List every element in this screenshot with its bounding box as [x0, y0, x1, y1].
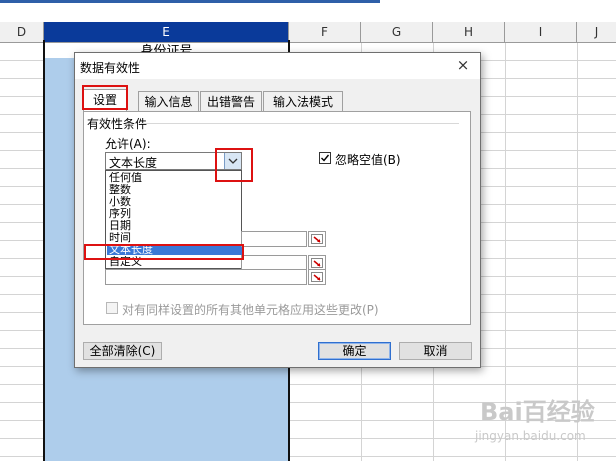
list-item[interactable]: 序列: [107, 208, 242, 219]
column-header-h[interactable]: H: [433, 22, 505, 42]
highlight-text-length-option: [84, 244, 244, 260]
minimum-field[interactable]: [241, 231, 307, 247]
clear-all-button[interactable]: 全部清除(C): [83, 342, 162, 360]
dialog-titlebar: 数据有效性 ×: [75, 53, 480, 79]
column-header-j[interactable]: J: [577, 22, 616, 42]
tab-input-message[interactable]: 输入信息: [138, 91, 199, 111]
range-picker-icon[interactable]: [308, 269, 326, 285]
column-header-e[interactable]: E: [44, 22, 289, 42]
range-picker-icon[interactable]: [308, 231, 326, 247]
list-item[interactable]: 时间: [107, 232, 242, 243]
list-item[interactable]: 小数: [107, 196, 242, 207]
tab-ime-mode[interactable]: 输入法模式: [263, 91, 343, 111]
watermark-url: jingyan.baidu.com: [475, 429, 586, 443]
selection-border-left: [43, 40, 45, 461]
toolbar-strip: [0, 0, 616, 23]
data-validation-dialog: 数据有效性 × 设置 输入信息 出错警告 输入法模式 有效性条件 允许(A): …: [74, 52, 481, 368]
column-header-g[interactable]: G: [361, 22, 433, 42]
apply-to-all-label: 对有同样设置的所有其他单元格应用这些更改(P): [122, 303, 379, 317]
allow-label: 允许(A):: [105, 137, 151, 151]
highlight-dropdown-button: [215, 148, 253, 182]
column-headers: D E F G H I J: [0, 22, 616, 43]
column-header-f[interactable]: F: [289, 22, 361, 42]
group-divider: [141, 123, 459, 124]
dialog-title: 数据有效性: [80, 61, 141, 75]
ok-button[interactable]: 确定: [318, 342, 391, 360]
tab-error-alert[interactable]: 出错警告: [200, 91, 262, 111]
validation-criteria-heading: 有效性条件: [87, 117, 148, 131]
close-icon[interactable]: ×: [454, 56, 472, 74]
formula-field[interactable]: [105, 269, 307, 285]
ignore-blank-label: 忽略空值(B): [335, 153, 401, 167]
list-item[interactable]: 整数: [107, 184, 242, 195]
list-item[interactable]: 日期: [107, 220, 242, 231]
column-header-i[interactable]: I: [505, 22, 577, 42]
apply-to-all-checkbox[interactable]: [106, 302, 118, 314]
allow-select-value: 文本长度: [109, 156, 158, 170]
cancel-button[interactable]: 取消: [399, 342, 472, 360]
title-accent-bar: [0, 0, 380, 3]
column-header-d[interactable]: D: [0, 22, 44, 42]
ignore-blank-checkbox[interactable]: [319, 152, 331, 164]
highlight-settings-tab: [82, 85, 128, 110]
watermark-logo: Bai百经验: [480, 398, 595, 426]
